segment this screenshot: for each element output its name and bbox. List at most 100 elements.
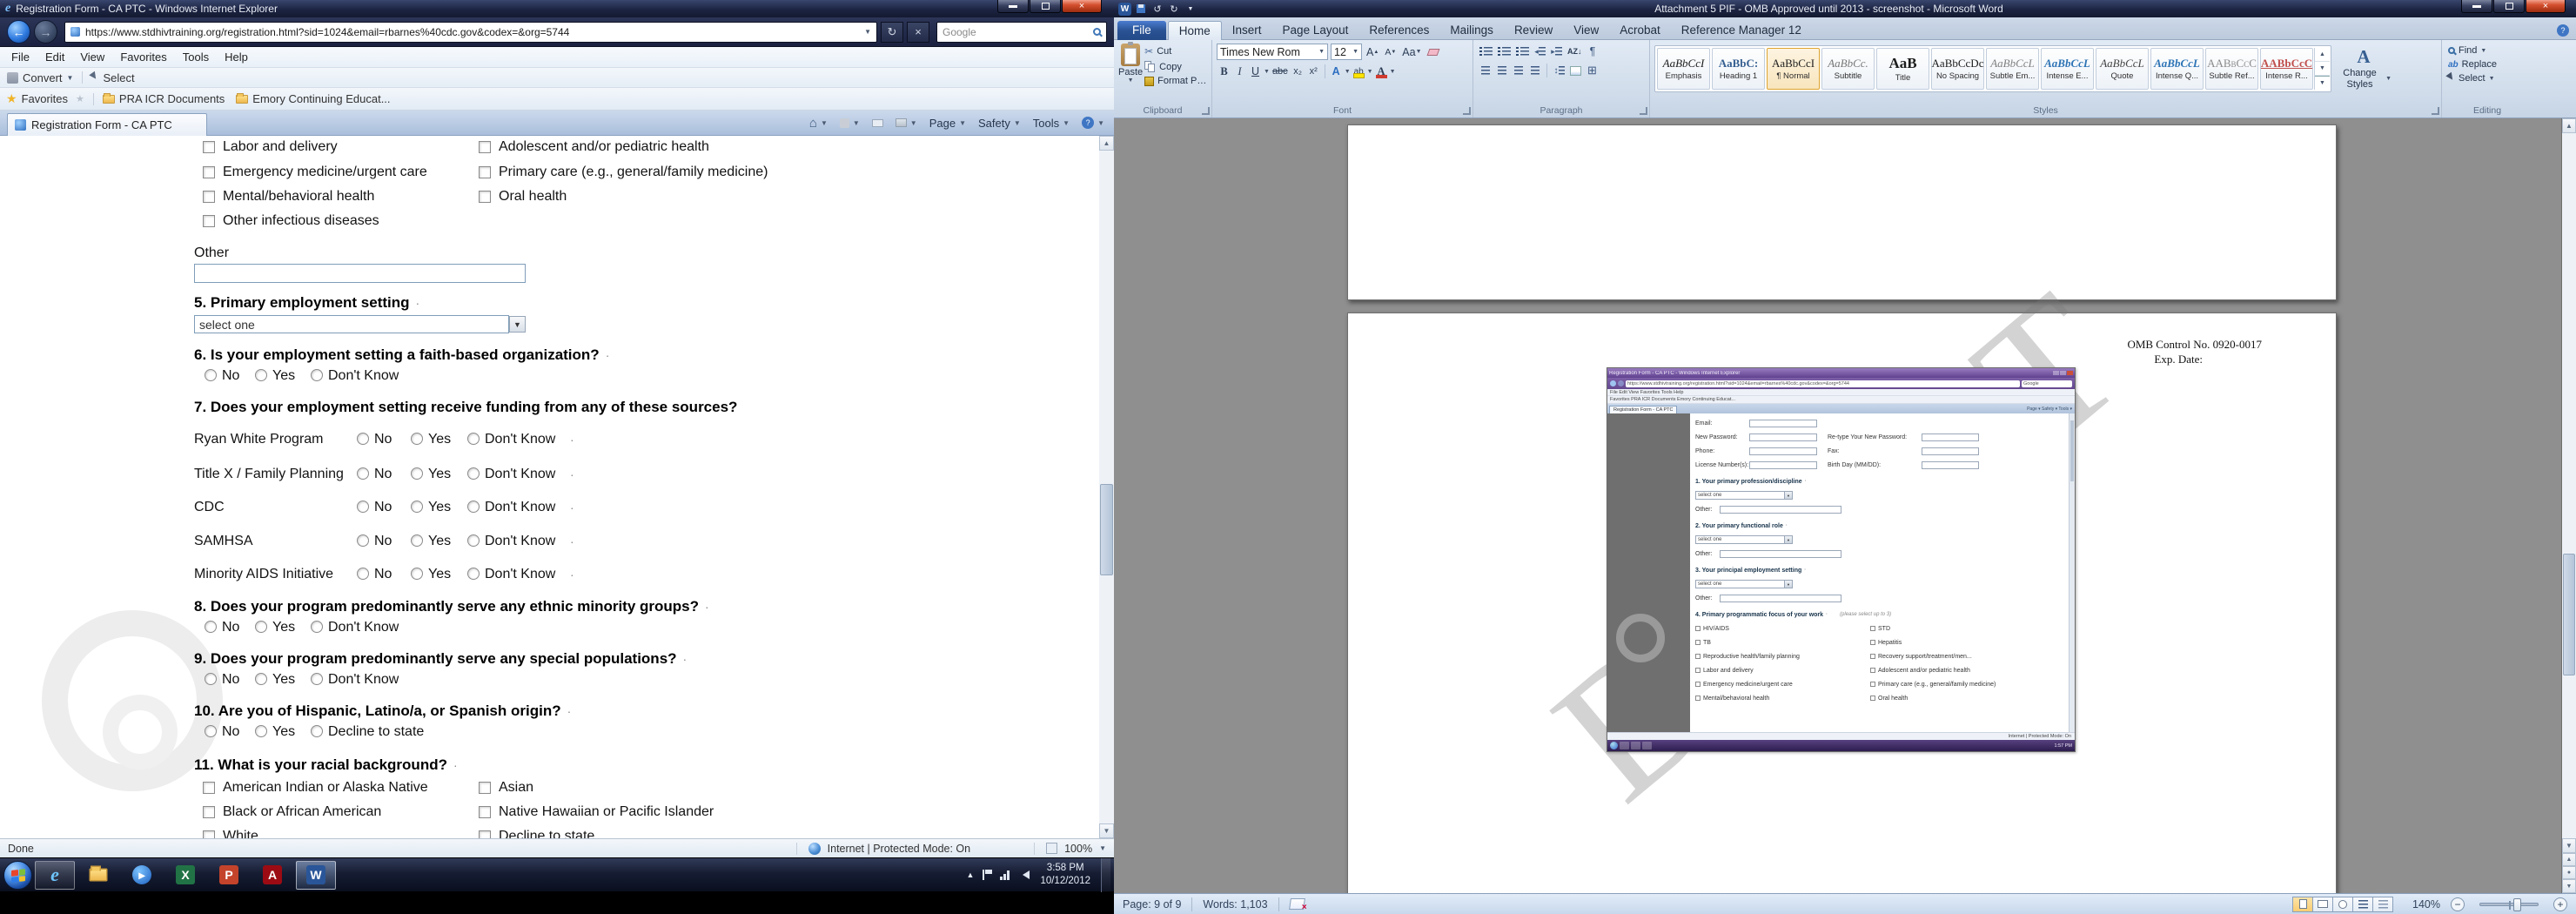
underline-button[interactable]: U bbox=[1248, 64, 1263, 79]
tab-page-layout[interactable]: Page Layout bbox=[1272, 21, 1359, 40]
radio-yes[interactable] bbox=[411, 433, 423, 445]
taskbar-clock[interactable]: 3:58 PM 10/12/2012 bbox=[1040, 862, 1090, 888]
radio-no[interactable] bbox=[205, 673, 217, 685]
tab-insert[interactable]: Insert bbox=[1222, 21, 1272, 40]
bold-button[interactable]: B bbox=[1217, 64, 1231, 79]
radio-decline[interactable] bbox=[311, 725, 323, 737]
multilevel-list-button[interactable] bbox=[1514, 44, 1531, 59]
previous-page-button[interactable]: ▲ bbox=[2562, 853, 2576, 866]
select-button[interactable]: Select bbox=[103, 71, 134, 84]
view-web-layout-button[interactable] bbox=[2332, 897, 2353, 912]
format-painter-button[interactable]: Format Painter bbox=[1143, 74, 1210, 88]
copy-button[interactable]: Copy bbox=[1143, 59, 1210, 74]
forward-button[interactable]: → bbox=[34, 20, 57, 44]
select-button[interactable]: Select▼ bbox=[2446, 71, 2528, 85]
menu-favorites[interactable]: Favorites bbox=[112, 50, 174, 64]
radio-dont-know[interactable] bbox=[467, 568, 480, 580]
decrease-indent-button[interactable]: ◂ bbox=[1533, 44, 1547, 59]
scroll-thumb[interactable] bbox=[1100, 484, 1113, 575]
tab-reference-manager[interactable]: Reference Manager 12 bbox=[1671, 21, 1812, 40]
radio-yes[interactable] bbox=[411, 501, 423, 513]
justify-button[interactable] bbox=[1527, 63, 1542, 78]
tools-menu-button[interactable]: Tools▼ bbox=[1027, 111, 1076, 136]
taskbar-explorer-button[interactable] bbox=[78, 861, 118, 890]
menu-view[interactable]: View bbox=[72, 50, 112, 64]
align-right-button[interactable] bbox=[1511, 63, 1526, 78]
taskbar-powerpoint-button[interactable]: P bbox=[209, 861, 249, 890]
menu-edit[interactable]: Edit bbox=[37, 50, 72, 64]
taskbar-excel-button[interactable]: X bbox=[165, 861, 205, 890]
radio-yes[interactable] bbox=[255, 725, 267, 737]
radio-yes[interactable] bbox=[255, 621, 267, 633]
tab-acrobat[interactable]: Acrobat bbox=[1609, 21, 1671, 40]
maximize-button[interactable] bbox=[2493, 0, 2525, 13]
styles-dialog-launcher[interactable] bbox=[2432, 107, 2439, 115]
shrink-font-button[interactable]: A▼ bbox=[1383, 44, 1398, 60]
embedded-screenshot-image[interactable]: Registration Form - CA PTC - Windows Int… bbox=[1607, 367, 2076, 752]
radio-no[interactable] bbox=[205, 369, 217, 381]
zoom-in-button[interactable]: + bbox=[2553, 897, 2567, 911]
align-left-button[interactable] bbox=[1478, 63, 1493, 78]
borders-button[interactable]: ⊞ bbox=[1585, 63, 1600, 78]
checkbox[interactable] bbox=[203, 215, 215, 227]
zoom-slider[interactable] bbox=[2479, 903, 2539, 906]
address-dropdown-icon[interactable]: ▼ bbox=[864, 28, 871, 36]
maximize-button[interactable] bbox=[1030, 0, 1061, 13]
checkbox[interactable] bbox=[203, 782, 215, 794]
redo-button[interactable]: ↻ bbox=[1167, 3, 1181, 16]
strikethrough-button[interactable]: abc bbox=[1271, 64, 1290, 79]
line-spacing-button[interactable]: ↕ bbox=[1552, 63, 1566, 78]
search-box[interactable]: Google bbox=[936, 22, 1107, 43]
change-styles-button[interactable]: A Change Styles▼ bbox=[2336, 46, 2392, 90]
italic-button[interactable]: I bbox=[1232, 64, 1247, 79]
hidden-icons-button[interactable]: ▲ bbox=[967, 870, 975, 879]
tab-view[interactable]: View bbox=[1563, 21, 1609, 40]
action-center-icon[interactable] bbox=[983, 870, 991, 880]
save-button[interactable] bbox=[1134, 3, 1148, 16]
stop-button[interactable]: × bbox=[907, 22, 929, 43]
undo-button[interactable]: ↺ bbox=[1150, 3, 1164, 16]
style-subtitle[interactable]: AaBbCc.Subtitle bbox=[1821, 48, 1875, 90]
scroll-thumb[interactable] bbox=[2563, 554, 2575, 675]
zoom-level[interactable]: 100% bbox=[1064, 843, 1092, 855]
cut-button[interactable]: ✂Cut bbox=[1143, 44, 1210, 59]
radio-yes[interactable] bbox=[255, 673, 267, 685]
radio-yes[interactable] bbox=[255, 369, 267, 381]
style-intense-quote[interactable]: AaBbCcLIntense Q... bbox=[2150, 48, 2204, 90]
checkbox[interactable] bbox=[479, 830, 491, 838]
checkbox[interactable] bbox=[479, 166, 491, 178]
style-emphasis[interactable]: AaBbCcIEmphasis bbox=[1657, 48, 1710, 90]
radio-no[interactable] bbox=[357, 467, 369, 480]
style-subtle-emphasis[interactable]: AaBbCcLSubtle Em... bbox=[1986, 48, 2039, 90]
radio-no[interactable] bbox=[205, 725, 217, 737]
home-button[interactable]: ⌂▼ bbox=[803, 111, 834, 136]
font-name-select[interactable]: Times New Rom▼ bbox=[1217, 44, 1328, 60]
taskbar-acrobat-button[interactable]: A bbox=[252, 861, 292, 890]
dropdown-arrow-icon[interactable]: ▼ bbox=[1264, 69, 1270, 75]
radio-dont-know[interactable] bbox=[467, 501, 480, 513]
view-draft-button[interactable] bbox=[2372, 897, 2393, 912]
numbering-button[interactable] bbox=[1496, 44, 1513, 59]
add-favorite-icon[interactable]: ★ bbox=[76, 93, 84, 104]
taskbar-word-button[interactable]: W bbox=[296, 861, 336, 890]
show-paragraph-marks-button[interactable]: ¶ bbox=[1586, 44, 1600, 59]
browser-tab[interactable]: Registration Form - CA PTC bbox=[7, 113, 207, 136]
scroll-down-icon[interactable]: ▼ bbox=[1099, 823, 1114, 838]
select-dropdown-icon[interactable]: ▼ bbox=[509, 316, 526, 333]
subscript-button[interactable]: x₂ bbox=[1291, 64, 1305, 79]
zoom-slider-thumb[interactable] bbox=[2513, 898, 2521, 911]
radio-no[interactable] bbox=[357, 501, 369, 513]
vertical-scrollbar[interactable]: ▲ ▼ bbox=[1099, 136, 1114, 838]
gallery-scroll-down-icon[interactable]: ▼ bbox=[2315, 62, 2330, 76]
checkbox[interactable] bbox=[203, 830, 215, 838]
change-case-button[interactable]: Aa▼ bbox=[1400, 44, 1423, 60]
safety-menu-button[interactable]: Safety▼ bbox=[972, 111, 1027, 136]
tab-file[interactable]: File bbox=[1117, 21, 1166, 40]
dropdown-arrow-icon[interactable]: ▼ bbox=[1345, 69, 1351, 75]
view-print-layout-button[interactable] bbox=[2292, 897, 2313, 912]
next-page-button[interactable]: ▼ bbox=[2562, 879, 2576, 893]
radio-dont-know[interactable] bbox=[311, 673, 323, 685]
zoom-out-button[interactable]: − bbox=[2451, 897, 2465, 911]
paste-button[interactable]: Paste ▼ bbox=[1118, 44, 1143, 84]
align-center-button[interactable] bbox=[1494, 63, 1509, 78]
